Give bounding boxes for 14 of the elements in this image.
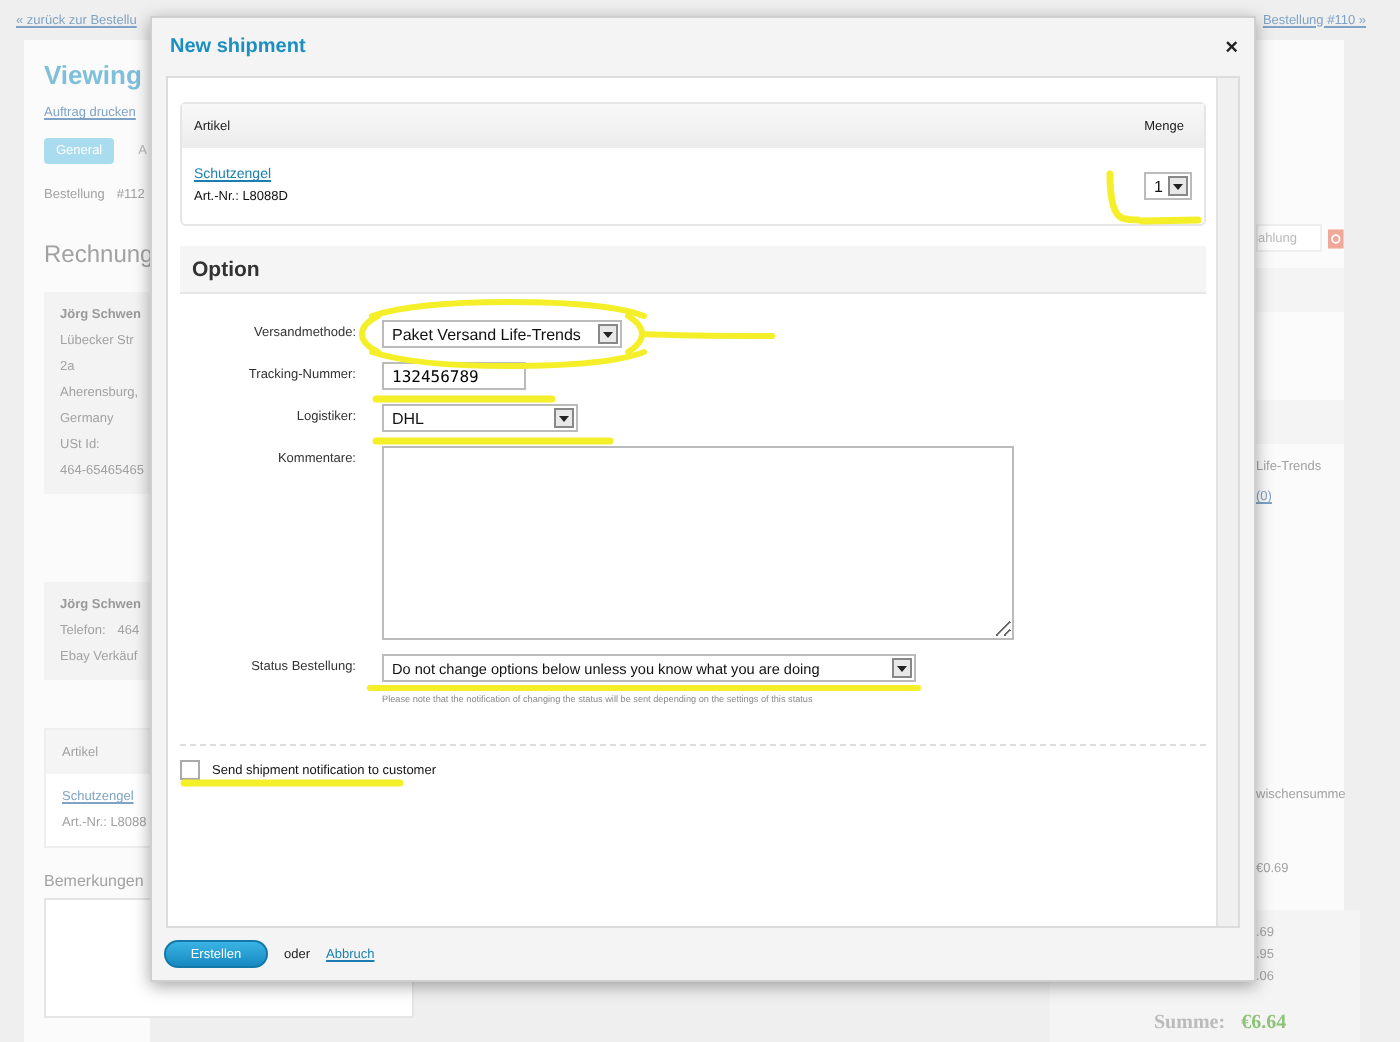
dialog-title: New shipment (170, 36, 306, 58)
scrollbar[interactable] (1216, 78, 1238, 926)
sum-label: Summe: (1154, 1012, 1226, 1034)
select-field[interactable]: DHL (382, 404, 578, 432)
refresh-icon[interactable] (1328, 227, 1344, 249)
sum-value: €6.64 (1241, 1012, 1287, 1034)
close-button[interactable]: × (1225, 35, 1238, 59)
textarea-field[interactable] (382, 446, 1014, 640)
quantity-select[interactable]: 1 (1144, 172, 1192, 200)
checkbox[interactable] (180, 760, 200, 780)
select-field[interactable]: Paket Versand Life-Trends (382, 320, 622, 348)
section-heading: Option (180, 246, 1206, 294)
remarks-label: Bemerkungen (44, 872, 144, 890)
page-heading: Viewing (44, 60, 142, 90)
